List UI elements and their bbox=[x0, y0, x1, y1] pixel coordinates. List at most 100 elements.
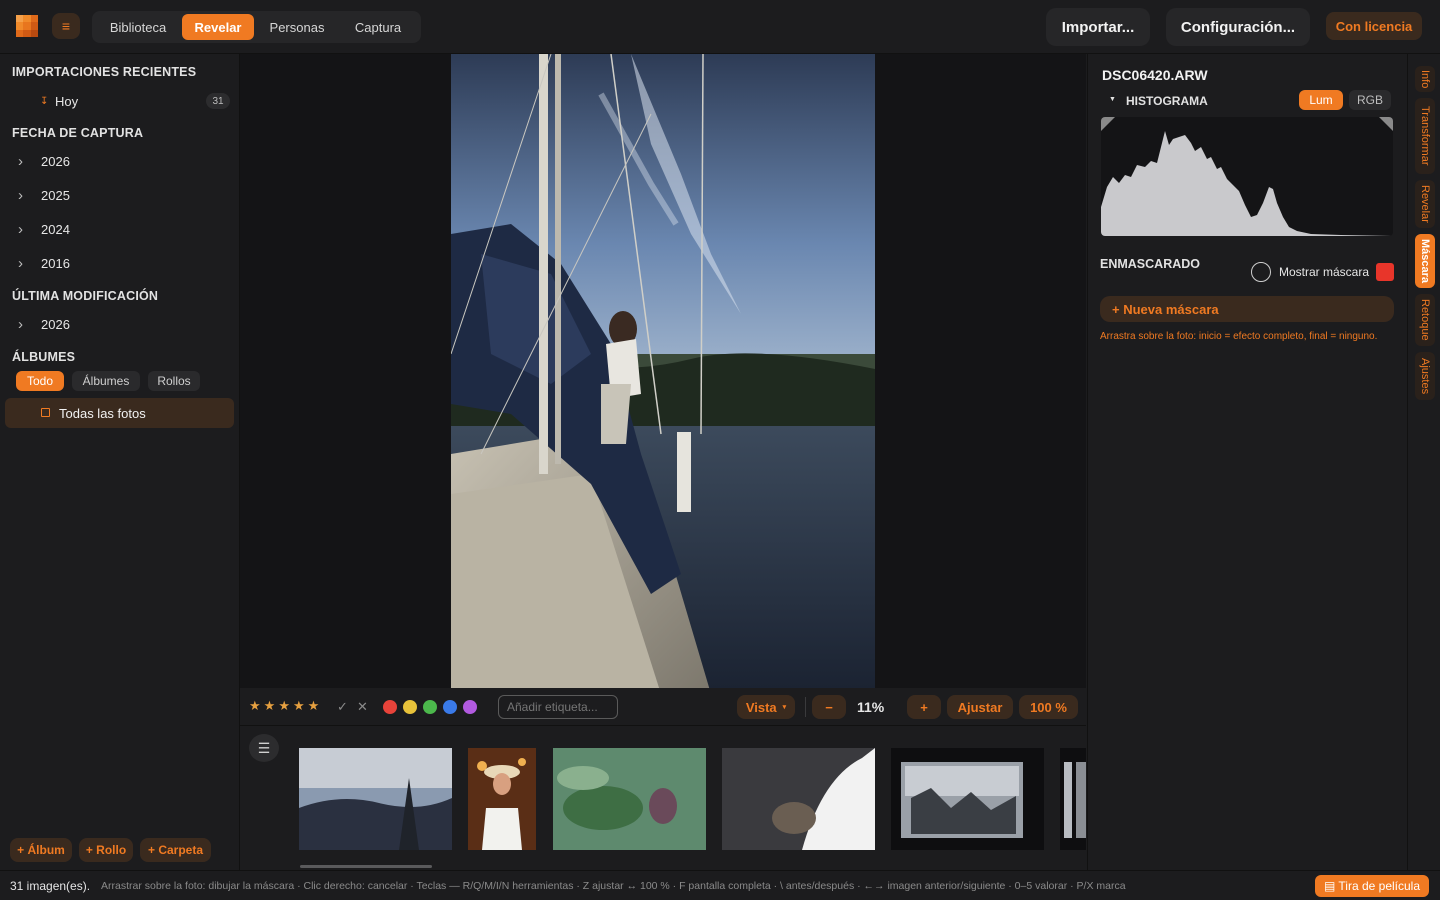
thumbnail[interactable] bbox=[553, 748, 706, 850]
filmstrip: ☰ bbox=[240, 726, 1086, 870]
filmstrip-menu-button[interactable]: ☰ bbox=[249, 734, 279, 762]
rgb-toggle[interactable]: RGB bbox=[1349, 90, 1391, 110]
tab-captura[interactable]: Captura bbox=[340, 14, 416, 40]
tab-revelar-side[interactable]: Revelar bbox=[1415, 180, 1435, 228]
tab-revelar[interactable]: Revelar bbox=[182, 14, 254, 40]
color-label-blue[interactable] bbox=[443, 700, 457, 714]
import-button[interactable]: Importar... bbox=[1046, 8, 1150, 46]
lum-toggle[interactable]: Lum bbox=[1299, 90, 1343, 110]
show-mask-label: Mostrar máscara bbox=[1279, 265, 1370, 279]
star-icon[interactable]: ★ bbox=[278, 699, 290, 713]
zoom-level: 11% bbox=[857, 699, 885, 715]
fit-button[interactable]: Ajustar bbox=[947, 695, 1013, 719]
all-photos-item[interactable]: Todas las fotos bbox=[5, 398, 234, 428]
main-photo[interactable] bbox=[451, 54, 875, 688]
menu-button[interactable]: ≡ bbox=[52, 13, 80, 39]
align-left-icon: ☰ bbox=[257, 739, 271, 756]
year-label: 2016 bbox=[41, 255, 70, 271]
app-window: ≡ Biblioteca Revelar Personas Captura Im… bbox=[0, 0, 1440, 900]
chevron-right-icon[interactable]: › bbox=[18, 153, 23, 170]
year-label: 2024 bbox=[41, 221, 70, 237]
thumbnail[interactable] bbox=[299, 748, 452, 850]
chevron-right-icon[interactable]: › bbox=[18, 187, 23, 204]
top-bar: ≡ Biblioteca Revelar Personas Captura Im… bbox=[0, 0, 1440, 54]
module-tabs: Biblioteca Revelar Personas Captura bbox=[92, 11, 421, 43]
mask-color-swatch[interactable] bbox=[1376, 263, 1394, 281]
color-label-green[interactable] bbox=[423, 700, 437, 714]
collapse-triangle-icon[interactable]: ▼ bbox=[1109, 96, 1116, 103]
tab-label: Retoque bbox=[1419, 299, 1431, 341]
histogram-heading: HISTOGRAMA bbox=[1126, 94, 1208, 108]
sidebar-item-2026[interactable]: › 2026 bbox=[0, 146, 240, 176]
reject-x-icon[interactable]: ✕ bbox=[357, 699, 368, 715]
chevron-right-icon[interactable]: › bbox=[18, 255, 23, 272]
star-icon[interactable]: ★ bbox=[308, 699, 320, 713]
photos-icon bbox=[41, 408, 50, 417]
tab-transformar[interactable]: Transformar bbox=[1415, 98, 1435, 174]
left-sidebar: IMPORTACIONES RECIENTES ↧ Hoy 31 FECHA D… bbox=[0, 54, 240, 870]
view-dropdown[interactable]: Vista ▾ bbox=[737, 695, 795, 719]
color-label-purple[interactable] bbox=[463, 700, 477, 714]
rating-stars[interactable]: ★ ★ ★ ★ ★ bbox=[249, 699, 319, 713]
sidebar-item-2016[interactable]: › 2016 bbox=[0, 248, 240, 278]
star-icon[interactable]: ★ bbox=[249, 699, 261, 713]
right-panel: DSC06420.ARW ▼ HISTOGRAMA Lum RGB ENMASC… bbox=[1087, 54, 1407, 870]
thumbnail[interactable] bbox=[722, 748, 875, 850]
show-mask-toggle[interactable] bbox=[1251, 262, 1271, 282]
tab-biblioteca[interactable]: Biblioteca bbox=[94, 14, 182, 40]
thumbnail[interactable] bbox=[1060, 748, 1086, 850]
filter-albumes[interactable]: Álbumes bbox=[72, 371, 140, 391]
chevron-right-icon[interactable]: › bbox=[18, 221, 23, 238]
sidebar-item-today[interactable]: ↧ Hoy 31 bbox=[0, 86, 240, 116]
tab-label: Revelar bbox=[1419, 185, 1431, 223]
year-label: 2026 bbox=[41, 316, 70, 332]
tab-mascara[interactable]: Máscara bbox=[1415, 234, 1435, 288]
filter-rollos[interactable]: Rollos bbox=[148, 371, 200, 391]
tab-retoque[interactable]: Retoque bbox=[1415, 294, 1435, 346]
settings-button[interactable]: Configuración... bbox=[1166, 8, 1310, 46]
color-label-yellow[interactable] bbox=[403, 700, 417, 714]
filmstrip-toggle-button[interactable]: ▤ Tira de película bbox=[1315, 875, 1429, 897]
file-name: DSC06420.ARW bbox=[1102, 67, 1208, 83]
app-logo-icon bbox=[16, 15, 38, 37]
chevron-down-icon: ▾ bbox=[782, 704, 787, 711]
color-label-red[interactable] bbox=[383, 700, 397, 714]
star-icon[interactable]: ★ bbox=[293, 699, 305, 713]
hamburger-icon: ≡ bbox=[61, 18, 71, 34]
tag-input[interactable] bbox=[498, 695, 618, 719]
star-icon[interactable]: ★ bbox=[264, 699, 276, 713]
add-album-button[interactable]: + Álbum bbox=[10, 838, 72, 862]
side-tabs: Info Transformar Revelar Máscara Retoque… bbox=[1407, 54, 1440, 870]
viewer-toolbar: ★ ★ ★ ★ ★ ✓ ✕ Vista ▾ − 11% + Ajustar 10… bbox=[240, 688, 1086, 726]
tab-label: Info bbox=[1419, 69, 1431, 89]
tab-ajustes[interactable]: Ajustes bbox=[1415, 352, 1435, 400]
all-photos-label: Todas las fotos bbox=[59, 405, 146, 421]
filmstrip-scrollbar[interactable] bbox=[300, 865, 432, 868]
histogram-chart bbox=[1101, 117, 1393, 236]
pick-check-icon[interactable]: ✓ bbox=[337, 699, 348, 715]
zoom-in-button[interactable]: + bbox=[907, 695, 941, 719]
masking-heading: ENMASCARADO bbox=[1100, 257, 1200, 271]
zoom-100-button[interactable]: 100 % bbox=[1019, 695, 1078, 719]
albums-heading: ÁLBUMES bbox=[12, 350, 76, 364]
new-mask-button[interactable]: + Nueva máscara bbox=[1100, 296, 1394, 322]
image-count: 31 imagen(es). bbox=[10, 879, 91, 893]
zoom-out-button[interactable]: − bbox=[812, 695, 846, 719]
tab-label: Ajustes bbox=[1419, 357, 1431, 395]
chevron-right-icon[interactable]: › bbox=[18, 316, 23, 333]
photo-viewer[interactable] bbox=[240, 54, 1086, 688]
tab-personas[interactable]: Personas bbox=[254, 14, 340, 40]
add-folder-button[interactable]: + Carpeta bbox=[140, 838, 211, 862]
thumbnail[interactable] bbox=[891, 748, 1044, 850]
count-badge: 31 bbox=[206, 93, 230, 109]
recent-imports-heading: IMPORTACIONES RECIENTES bbox=[12, 65, 197, 79]
license-button[interactable]: Con licencia bbox=[1326, 12, 1422, 40]
tab-info[interactable]: Info bbox=[1415, 66, 1435, 92]
sidebar-item-2025[interactable]: › 2025 bbox=[0, 180, 240, 210]
add-roll-button[interactable]: + Rollo bbox=[79, 838, 133, 862]
thumbnail[interactable] bbox=[468, 748, 536, 850]
tab-label: Máscara bbox=[1419, 238, 1431, 284]
sidebar-item-modified-2026[interactable]: › 2026 bbox=[0, 309, 240, 339]
filter-todo[interactable]: Todo bbox=[16, 371, 64, 391]
sidebar-item-2024[interactable]: › 2024 bbox=[0, 214, 240, 244]
